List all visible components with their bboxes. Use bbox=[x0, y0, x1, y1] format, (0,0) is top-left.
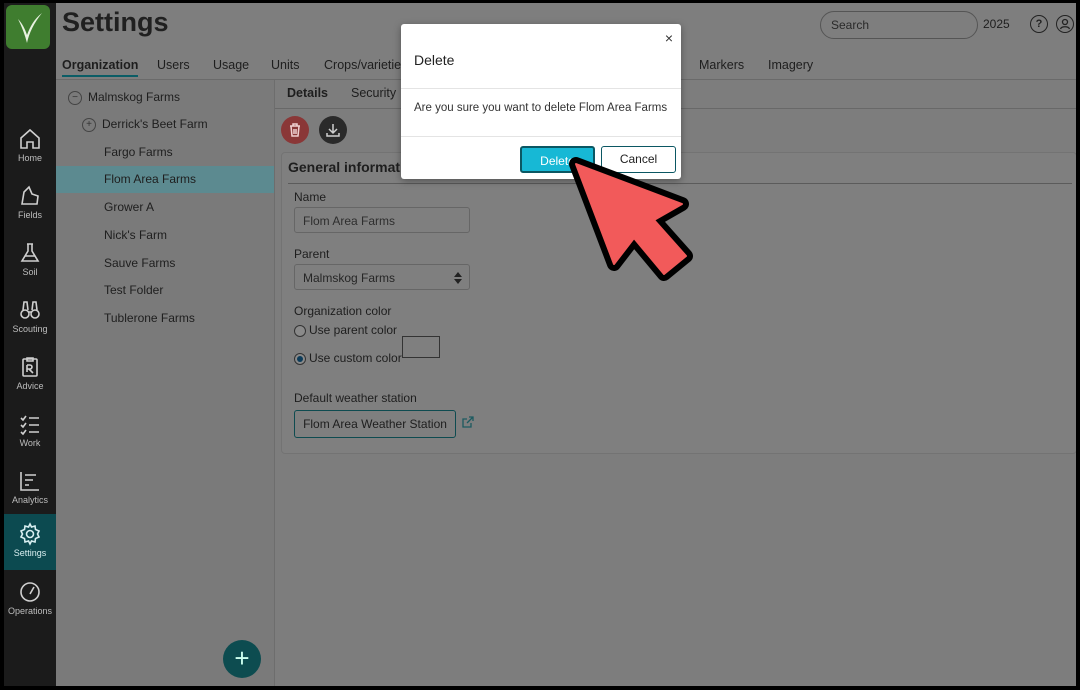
rail-label: Advice bbox=[16, 381, 44, 391]
page-title: Settings bbox=[62, 7, 169, 37]
search-input[interactable] bbox=[829, 12, 973, 38]
parent-select-value: Malmskog Farms bbox=[303, 271, 396, 285]
rail-item-analytics[interactable]: Analytics bbox=[4, 461, 56, 517]
home-icon bbox=[20, 128, 40, 149]
parent-label: Parent bbox=[294, 247, 330, 261]
tree-item[interactable]: + Derrick's Beet Farm bbox=[56, 111, 274, 138]
rail-label: Scouting bbox=[12, 324, 48, 334]
weather-station-button[interactable]: Flom Area Weather Station bbox=[294, 410, 456, 438]
dialog-title: Delete bbox=[414, 52, 455, 68]
pointer-arrow-icon bbox=[569, 157, 693, 281]
tab-crops-varieties[interactable]: Crops/varietie bbox=[324, 58, 401, 72]
organization-tree: − Malmskog Farms + Derrick's Beet Farm Far… bbox=[56, 80, 275, 686]
tab-markers[interactable]: Markers bbox=[699, 58, 744, 72]
flask-icon bbox=[20, 243, 40, 262]
radio-checked[interactable] bbox=[294, 352, 306, 365]
tree-item[interactable]: Fargo Farms bbox=[56, 139, 274, 166]
binoculars-icon bbox=[20, 301, 40, 319]
tab-usage[interactable]: Usage bbox=[213, 58, 249, 72]
collapse-icon[interactable]: − bbox=[68, 90, 82, 105]
tree-item-label: Derrick's Beet Farm bbox=[102, 117, 208, 131]
tree-item-label: Nick's Farm bbox=[104, 228, 167, 242]
trash-icon bbox=[290, 123, 300, 137]
tree-item-label: Tublerone Farms bbox=[104, 311, 195, 325]
search-box[interactable] bbox=[820, 11, 978, 39]
rail-item-settings[interactable]: Settings bbox=[4, 514, 56, 570]
divider bbox=[401, 136, 681, 137]
prescription-icon bbox=[22, 357, 38, 377]
use-parent-color-option[interactable]: Use parent color bbox=[294, 323, 397, 337]
checklist-icon bbox=[20, 415, 39, 436]
app-logo[interactable] bbox=[6, 5, 50, 49]
tab-units[interactable]: Units bbox=[271, 58, 299, 72]
tree-item-label: Fargo Farms bbox=[104, 145, 173, 159]
tree-item[interactable]: Test Folder bbox=[56, 277, 274, 304]
dialog-message: Are you sure you want to delete Flom Are… bbox=[414, 102, 668, 114]
tree-item[interactable]: − Malmskog Farms bbox=[56, 84, 274, 111]
radio-unchecked[interactable] bbox=[294, 324, 306, 337]
nav-rail: Home Fields Soil Scouting Advice Work An… bbox=[4, 3, 56, 686]
radio-label: Use custom color bbox=[309, 351, 402, 365]
season-year[interactable]: 2025 bbox=[983, 17, 1010, 31]
external-link-icon[interactable] bbox=[461, 415, 475, 429]
weather-label: Default weather station bbox=[294, 391, 417, 405]
tab-security[interactable]: Security bbox=[351, 86, 396, 100]
tab-users[interactable]: Users bbox=[157, 58, 190, 72]
tab-organization[interactable]: Organization bbox=[62, 58, 139, 77]
rail-label: Home bbox=[17, 153, 42, 163]
close-icon[interactable]: × bbox=[665, 30, 673, 46]
tree-item-label: Malmskog Farms bbox=[88, 90, 181, 104]
field-icon bbox=[21, 185, 39, 205]
name-label: Name bbox=[294, 190, 327, 204]
export-button[interactable] bbox=[319, 116, 347, 144]
add-organization-button[interactable]: + bbox=[223, 640, 261, 678]
rail-label: Analytics bbox=[11, 495, 48, 505]
tab-details[interactable]: Details bbox=[287, 86, 328, 100]
rail-item-fields[interactable]: Fields bbox=[4, 176, 56, 232]
color-label: Organization color bbox=[294, 304, 392, 318]
tree-item-label: Flom Area Farms bbox=[104, 172, 197, 186]
rail-item-operations[interactable]: Operations bbox=[4, 572, 56, 628]
rail-item-home[interactable]: Home bbox=[4, 119, 56, 175]
rail-label: Settings bbox=[13, 548, 47, 558]
parent-select[interactable]: Malmskog Farms bbox=[294, 264, 470, 290]
rail-label: Soil bbox=[22, 267, 38, 277]
gauge-icon bbox=[20, 582, 40, 602]
tree-item[interactable]: Sauve Farms bbox=[56, 250, 274, 277]
section-title: General informati bbox=[288, 159, 404, 175]
rail-label: Work bbox=[19, 438, 41, 448]
tree-item-selected[interactable]: Flom Area Farms bbox=[56, 166, 274, 193]
tree-item[interactable]: Grower A bbox=[56, 194, 274, 221]
download-icon bbox=[326, 124, 340, 137]
radio-label: Use parent color bbox=[309, 323, 398, 337]
rail-label: Fields bbox=[17, 210, 42, 220]
use-custom-color-option[interactable]: Use custom color bbox=[294, 351, 402, 365]
tree-item-label: Grower A bbox=[104, 200, 155, 214]
chart-icon bbox=[20, 472, 39, 491]
color-swatch[interactable] bbox=[402, 336, 440, 358]
rail-item-scouting[interactable]: Scouting bbox=[4, 290, 56, 346]
name-field[interactable]: Flom Area Farms bbox=[294, 207, 470, 233]
help-icon[interactable]: ? bbox=[1030, 15, 1048, 33]
gear-icon bbox=[19, 522, 41, 546]
divider bbox=[401, 88, 681, 89]
rail-label: Operations bbox=[7, 606, 53, 616]
delete-button[interactable] bbox=[281, 116, 309, 144]
tab-imagery[interactable]: Imagery bbox=[768, 58, 813, 72]
expand-icon[interactable]: + bbox=[82, 117, 96, 132]
tree-item[interactable]: Tublerone Farms bbox=[56, 305, 274, 332]
tree-item-label: Sauve Farms bbox=[104, 256, 176, 270]
tree-item-label: Test Folder bbox=[104, 283, 164, 297]
user-icon[interactable] bbox=[1056, 15, 1074, 33]
rail-item-soil[interactable]: Soil bbox=[4, 233, 56, 289]
rail-item-advice[interactable]: Advice bbox=[4, 347, 56, 403]
rail-item-work[interactable]: Work bbox=[4, 404, 56, 460]
tree-item[interactable]: Nick's Farm bbox=[56, 222, 274, 249]
select-arrows-icon bbox=[454, 272, 462, 284]
